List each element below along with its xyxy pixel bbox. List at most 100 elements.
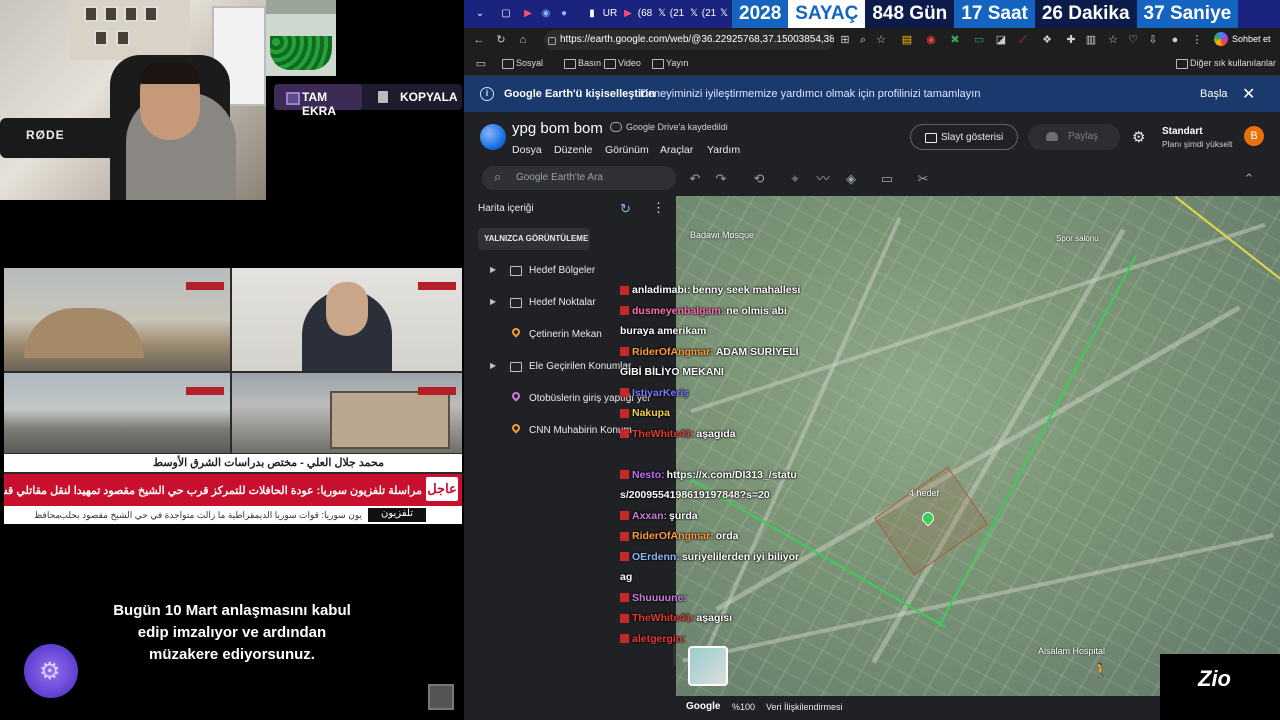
youtube-tab-icon[interactable]: ▶ <box>520 6 536 22</box>
menu-dots-icon[interactable]: ⋮ <box>1190 33 1204 47</box>
menu-duzenle[interactable]: Düzenle <box>554 144 593 156</box>
overlay-buttons: TAM EKRA KOPYALA <box>274 84 462 118</box>
settings-gear-icon[interactable]: ⚙ <box>1132 128 1145 146</box>
tab-label-21[interactable]: (21 <box>668 6 686 22</box>
pegman-icon[interactable]: 🚶 <box>1092 662 1110 684</box>
breaking-label: عاجل <box>426 477 458 501</box>
tab-bar: ⌄ ▢ ▶ ◉ ● ▮ UR ▶ (68 𝕏 (21 𝕏 (21 𝕏 2028 … <box>464 0 1280 28</box>
extension-icon[interactable]: ✖ <box>948 33 962 47</box>
chat-message: dusmeyenbalgam: ne olmis abi <box>620 305 816 318</box>
chat-text: ne olmis abi <box>726 304 787 317</box>
folder-icon <box>510 266 522 276</box>
measure-icon[interactable]: ▭ <box>878 170 896 188</box>
expand-arrow-icon[interactable]: ▶ <box>490 265 496 274</box>
x-tab-icon[interactable]: 𝕏 <box>716 6 732 22</box>
bookmark-yayin[interactable]: Yayın <box>652 58 688 69</box>
live-tag <box>418 387 456 395</box>
download-icon[interactable]: ⇩ <box>1146 33 1160 47</box>
countdown-seconds: 37 Saniye <box>1136 0 1239 28</box>
data-attribution-link[interactable]: Veri İlişkilendirmesi <box>766 702 843 712</box>
add-placemark-icon[interactable]: ⌖ <box>786 170 804 188</box>
map-label-hospital: Alsalam Hospital <box>1038 646 1106 656</box>
tab-label-ur[interactable]: UR <box>600 6 620 22</box>
refresh-icon[interactable]: ↻ <box>620 201 631 217</box>
slideshow-button[interactable]: Slayt gösterisi <box>910 124 1018 150</box>
sidebar-icon[interactable]: ▥ <box>1084 33 1098 47</box>
avatar[interactable]: B <box>1244 126 1264 146</box>
folder-icon <box>510 362 522 372</box>
extension-icon[interactable]: ▭ <box>972 33 986 47</box>
chat-badge-icon <box>620 347 629 357</box>
share-button[interactable]: Paylaş <box>1028 124 1120 150</box>
start-button[interactable]: Başla <box>1200 88 1228 100</box>
bookmark-video[interactable]: Video <box>604 58 641 69</box>
bookmark-sosyal[interactable]: Sosyal <box>502 58 543 69</box>
chevron-up-icon[interactable]: ⌃ <box>1240 170 1258 188</box>
tools-icon[interactable]: ✂ <box>914 170 932 188</box>
extension-icon[interactable]: ❖ <box>1040 33 1054 47</box>
home-icon[interactable]: ⌂ <box>516 33 530 47</box>
plan-upgrade-link[interactable]: Planı şimdi yükselt <box>1162 139 1232 149</box>
reading-list-icon[interactable]: ▭ <box>474 57 488 71</box>
other-bookmarks[interactable]: Diğer sık kullanılanlar <box>1176 58 1276 69</box>
guest-name-ticker: محمد جلال العلي - مختص بدراسات الشرق الأ… <box>4 454 462 472</box>
tab-label-68[interactable]: (68 <box>636 6 654 22</box>
bookmark-basin[interactable]: Basın <box>564 58 601 69</box>
extension-icon[interactable]: ◉ <box>924 33 938 47</box>
chat-message: RiderOfAngmar: ADAM SURİYELİ <box>620 346 816 359</box>
fullscreen-button[interactable]: TAM EKRA <box>274 84 362 118</box>
more-vert-icon[interactable]: ⋮ <box>652 200 665 216</box>
layers-icon[interactable]: ◈ <box>842 170 860 188</box>
tab-icon[interactable]: ◉ <box>538 6 554 22</box>
bookmarks-icon[interactable]: ☆ <box>1106 33 1120 47</box>
placemark-pin-icon <box>510 390 522 402</box>
search-input[interactable]: Google Earth'te Ara <box>482 166 676 190</box>
menu-gorunum[interactable]: Görünüm <box>605 144 649 156</box>
copy-button[interactable]: KOPYALA <box>372 84 462 110</box>
chat-username: RiderOfAngmar: <box>632 530 714 542</box>
placemark-pin-icon <box>510 326 522 338</box>
close-icon[interactable]: ✕ <box>1242 84 1255 104</box>
chat-button[interactable]: Sohbet et <box>1212 31 1276 49</box>
youtube-tab-icon[interactable]: ▶ <box>620 6 636 22</box>
chat-message: IstiyarKeriş <box>620 387 816 400</box>
expand-arrow-icon[interactable]: ▶ <box>490 297 496 306</box>
chat-username: RiderOfAngmar: <box>632 345 714 358</box>
extensions-icon[interactable]: ▢ <box>498 6 514 22</box>
plan-name: Standart <box>1162 126 1203 137</box>
chevron-down-icon[interactable]: ⌄ <box>472 6 488 22</box>
url-field[interactable]: https://earth.google.com/web/@36.2292576… <box>544 30 834 50</box>
project-title[interactable]: ypg bom bom <box>512 120 603 137</box>
bookmarks-bar: ▭ Sosyal Basın Video Yayın Diğer sık kul… <box>464 52 1280 76</box>
back-icon[interactable]: ← <box>472 33 486 47</box>
bookmark-star-icon[interactable]: ☆ <box>874 33 888 47</box>
install-icon[interactable]: ⊞ <box>838 33 852 47</box>
earth-tab-icon[interactable]: ● <box>556 6 572 22</box>
extension-icon[interactable]: ⟋ <box>1016 33 1030 47</box>
draw-path-icon[interactable]: 〰 <box>814 170 832 188</box>
menu-araclar[interactable]: Araçlar <box>660 144 693 156</box>
extensions-puzzle-icon[interactable]: ✚ <box>1064 33 1078 47</box>
reload-icon[interactable]: ↻ <box>494 33 508 47</box>
history-icon[interactable]: ⟲ <box>750 170 768 188</box>
redo-icon[interactable]: ↷ <box>712 170 730 188</box>
profile-icon[interactable]: ● <box>1168 33 1182 47</box>
countdown-minutes: 26 Dakika <box>1034 0 1137 28</box>
chat-username: Nakupa <box>632 407 670 419</box>
tab-icon[interactable]: ▮ <box>584 6 600 22</box>
undo-icon[interactable]: ↶ <box>686 170 704 188</box>
chat-badge-icon <box>620 429 629 439</box>
menu-yardim[interactable]: Yardım <box>707 144 740 156</box>
analyst-face <box>326 282 368 336</box>
google-earth-logo[interactable] <box>480 124 506 150</box>
expand-arrow-icon[interactable]: ▶ <box>490 361 496 370</box>
menu-dosya[interactable]: Dosya <box>512 144 542 156</box>
extension-icon[interactable]: ▤ <box>900 33 914 47</box>
heart-icon[interactable]: ♡ <box>1126 33 1140 47</box>
zoom-icon[interactable]: ⌕ <box>856 33 870 47</box>
webcam-feed: RØDE <box>0 0 266 200</box>
extension-icon[interactable]: ◪ <box>994 33 1008 47</box>
widget-caption <box>266 0 336 14</box>
list-item-hedef-bolgeler[interactable]: ▶ Hedef Bölgeler <box>468 256 674 286</box>
chat-message: GİBİ BİLİYO MEKANI <box>620 366 816 379</box>
